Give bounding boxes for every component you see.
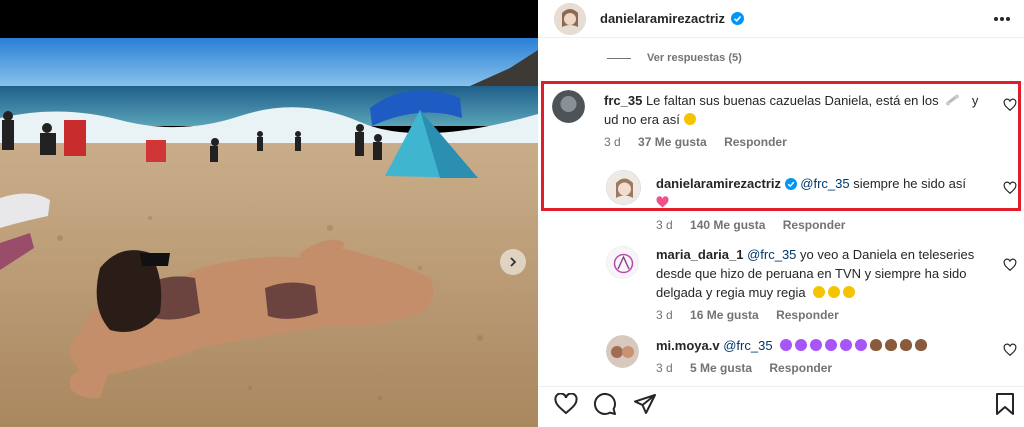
comment-body-end: y bbox=[971, 93, 979, 108]
reply-button[interactable]: Responder bbox=[776, 308, 839, 322]
reply-button[interactable]: Responder bbox=[769, 361, 832, 375]
comment-likes[interactable]: 140 Me gusta bbox=[690, 218, 765, 232]
view-replies-line bbox=[607, 57, 631, 59]
angry-devil-emoji-icon bbox=[795, 339, 808, 351]
comment-mention[interactable]: @frc_35 bbox=[747, 247, 796, 262]
comment-text: frc_35 Le faltan sus buenas cazuelas Dan… bbox=[604, 91, 984, 129]
poo-emoji-icon bbox=[915, 339, 928, 351]
comment-username[interactable]: frc_35 bbox=[604, 93, 642, 108]
commenter-avatar[interactable] bbox=[606, 246, 639, 279]
author-avatar[interactable] bbox=[554, 3, 586, 35]
bookmark-icon[interactable] bbox=[995, 392, 1015, 416]
heart-eyes-emoji-icon bbox=[843, 286, 856, 298]
chevron-right-icon bbox=[510, 257, 517, 267]
angry-devil-emoji-icon bbox=[780, 339, 793, 351]
post-header: danielaramirezactriz bbox=[538, 0, 1024, 38]
comment-like-heart-icon[interactable] bbox=[1003, 98, 1017, 112]
avatar-image-icon bbox=[554, 3, 586, 35]
comment-icon[interactable] bbox=[593, 392, 617, 416]
avatar-image-icon bbox=[606, 335, 639, 368]
author-username[interactable]: danielaramirezactriz bbox=[600, 11, 725, 26]
comment-time: 3 d bbox=[656, 218, 673, 232]
comment-meta: 3 d 16 Me gusta Responder bbox=[656, 308, 853, 322]
commenter-avatar[interactable] bbox=[552, 90, 585, 123]
comment-meta: 3 d 5 Me gusta Responder bbox=[656, 361, 846, 375]
comment-mention[interactable]: @frc_35 bbox=[723, 338, 772, 353]
pink-heart-emoji-icon bbox=[656, 196, 669, 208]
comment-likes[interactable]: 37 Me gusta bbox=[638, 135, 707, 149]
heart-eyes-emoji-icon bbox=[828, 286, 841, 298]
post-photo bbox=[0, 38, 538, 427]
post-media-pane bbox=[0, 0, 538, 427]
comment-body-line3: delgada y regia muy regia bbox=[656, 285, 806, 300]
comment-text: mi.moya.v @frc_35 bbox=[656, 336, 996, 355]
comment-meta: 3 d 140 Me gusta Responder bbox=[656, 218, 859, 232]
comment-text: danielaramirezactriz @frc_35 siempre he … bbox=[656, 174, 996, 212]
heart-icon[interactable] bbox=[554, 393, 578, 415]
more-horizontal-icon[interactable] bbox=[993, 16, 1011, 22]
next-photo-button[interactable] bbox=[500, 249, 526, 275]
starstruck-emoji-icon bbox=[683, 113, 696, 125]
avatar-image-icon bbox=[607, 171, 640, 204]
post-action-bar bbox=[538, 386, 1024, 427]
comment-username[interactable]: danielaramirezactriz bbox=[656, 176, 781, 191]
commenter-avatar[interactable] bbox=[606, 170, 641, 205]
comment-likes[interactable]: 5 Me gusta bbox=[690, 361, 752, 375]
avatar-image-icon bbox=[552, 90, 585, 123]
comment-like-heart-icon[interactable] bbox=[1003, 343, 1017, 357]
poo-emoji-icon bbox=[900, 339, 913, 351]
verified-badge-icon bbox=[731, 12, 744, 25]
poo-emoji-icon bbox=[885, 339, 898, 351]
comment-body-line2: ud no era así bbox=[604, 112, 680, 127]
comment-mention[interactable]: @frc_35 bbox=[800, 176, 849, 191]
comment-text: maria_daria_1 @frc_35 yo veo a Daniela e… bbox=[656, 245, 996, 302]
reply-button[interactable]: Responder bbox=[724, 135, 787, 149]
comment-body: Le faltan sus buenas cazuelas Daniela, e… bbox=[645, 93, 939, 108]
comment-like-heart-icon[interactable] bbox=[1003, 258, 1017, 272]
comments-pane: danielaramirezactriz Ver respuestas (5) … bbox=[538, 0, 1024, 427]
comment-body-line2: desde que hizo de peruana en TVN y siemp… bbox=[656, 266, 967, 281]
angry-devil-emoji-icon bbox=[825, 339, 838, 351]
comment-username[interactable]: maria_daria_1 bbox=[656, 247, 743, 262]
verified-badge-icon bbox=[784, 178, 797, 190]
view-replies-link[interactable]: Ver respuestas (5) bbox=[607, 52, 742, 64]
avatar-image-icon bbox=[607, 247, 638, 278]
comment-body: yo veo a Daniela en teleseries bbox=[800, 247, 975, 262]
comment-time: 3 d bbox=[604, 135, 621, 149]
comment-likes[interactable]: 16 Me gusta bbox=[690, 308, 759, 322]
comment-like-heart-icon[interactable] bbox=[1003, 181, 1017, 195]
bone-emoji-icon bbox=[946, 94, 960, 106]
commenter-avatar[interactable] bbox=[606, 335, 639, 368]
view-replies-label: Ver respuestas (5) bbox=[647, 52, 742, 64]
angry-devil-emoji-icon bbox=[810, 339, 823, 351]
send-icon[interactable] bbox=[633, 392, 657, 416]
heart-eyes-emoji-icon bbox=[813, 286, 826, 298]
comment-username[interactable]: mi.moya.v bbox=[656, 338, 720, 353]
comment-time: 3 d bbox=[656, 308, 673, 322]
comment-meta: 3 d 37 Me gusta Responder bbox=[604, 135, 801, 149]
reply-button[interactable]: Responder bbox=[783, 218, 846, 232]
angry-devil-emoji-icon bbox=[855, 339, 868, 351]
angry-devil-emoji-icon bbox=[840, 339, 853, 351]
comment-body: siempre he sido así bbox=[853, 176, 966, 191]
comment-time: 3 d bbox=[656, 361, 673, 375]
poo-emoji-icon bbox=[870, 339, 883, 351]
